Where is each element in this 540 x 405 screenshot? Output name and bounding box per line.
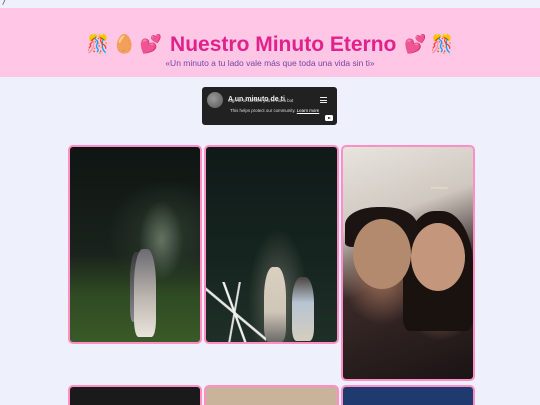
bot-check-notice: Sign in to confirm you're not a bot [228, 98, 294, 103]
gallery-photo-6[interactable] [341, 385, 475, 405]
plants-foreground [206, 282, 266, 342]
photo-watermark: Kinestudi [431, 185, 448, 190]
hearts-emoji-icon: 💕 [139, 34, 163, 55]
embedded-video-player[interactable]: A un minuto de ti Sign in to confirm you… [202, 87, 337, 125]
bot-check-help: This helps protect our community. Learn … [230, 108, 319, 113]
gallery-photo-3[interactable]: Kinestudi [341, 145, 475, 381]
page-subtitle: «Un minuto a tu lado vale más que toda u… [165, 58, 375, 68]
person-figure [134, 249, 156, 337]
confetti-emoji-icon: 🎊 [430, 34, 454, 55]
playlist-icon[interactable] [320, 97, 327, 104]
confetti-emoji-icon: 🎊 [86, 34, 110, 55]
title-row: 🎊 🥚 💕 Nuestro Minuto Eterno 💕 🎊 [0, 33, 540, 57]
bot-check-help-text: This helps protect our community. [230, 108, 296, 113]
channel-avatar[interactable] [207, 92, 223, 108]
youtube-icon[interactable] [325, 115, 333, 121]
person-figure [264, 267, 286, 342]
egg-emoji-icon: 🥚 [113, 34, 136, 55]
corner-mark: / [2, 0, 7, 6]
header-banner: 🎊 🥚 💕 Nuestro Minuto Eterno 💕 🎊 «Un minu… [0, 8, 540, 77]
face-shape [411, 223, 465, 291]
gallery-photo-5[interactable] [204, 385, 339, 405]
page-title: Nuestro Minuto Eterno [170, 33, 397, 56]
learn-more-link[interactable]: Learn more [297, 108, 319, 113]
gallery-photo-4[interactable] [68, 385, 202, 405]
face-shape [353, 219, 411, 289]
hearts-emoji-icon: 💕 [404, 34, 427, 55]
gallery-photo-1[interactable] [68, 145, 202, 344]
gallery-photo-2[interactable] [204, 145, 339, 344]
person-figure [292, 277, 314, 341]
